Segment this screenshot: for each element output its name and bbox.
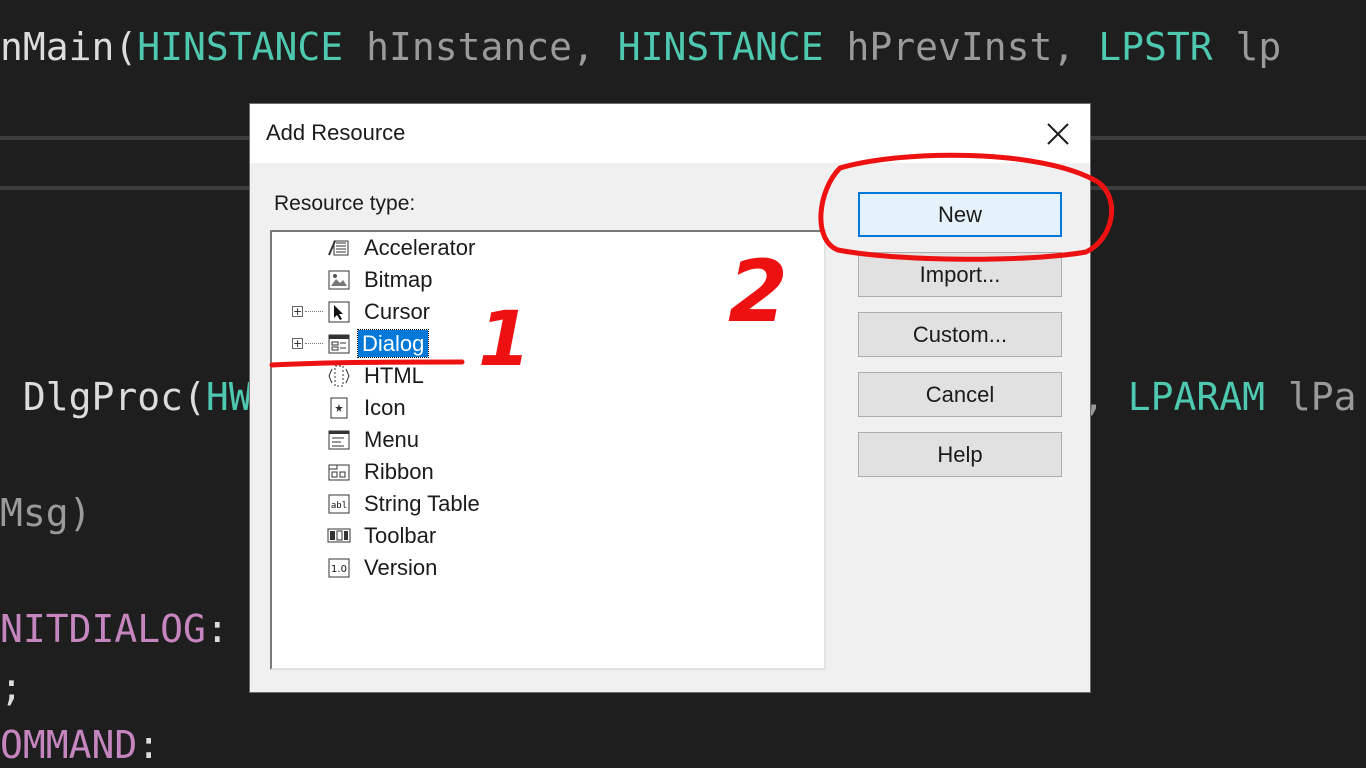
cursor-icon <box>326 299 352 325</box>
code-token: HINSTANCE <box>617 25 824 69</box>
tree-item-string-table[interactable]: abl String Table <box>272 489 792 519</box>
dialog-title: Add Resource <box>266 120 406 145</box>
code-line-initdialog: NITDIALOG: <box>0 606 229 652</box>
menu-icon <box>326 427 352 453</box>
code-token: lp <box>1212 25 1282 69</box>
code-token: HINSTANCE <box>137 25 344 69</box>
new-button[interactable]: New <box>858 192 1062 237</box>
icon-resource-icon <box>326 395 352 421</box>
expand-icon[interactable]: + <box>292 306 303 317</box>
code-token: nMain( <box>0 25 138 69</box>
tree-item-label: Ribbon <box>364 459 434 484</box>
cancel-button[interactable]: Cancel <box>858 372 1062 417</box>
string-table-icon: abl <box>326 491 352 517</box>
code-token: Msg) <box>0 491 92 535</box>
close-button[interactable] <box>1040 116 1076 152</box>
code-line-dlgproc: DlgProc(HW <box>0 374 252 420</box>
bitmap-icon <box>326 267 352 293</box>
help-button[interactable]: Help <box>858 432 1062 477</box>
expand-icon[interactable]: + <box>292 338 303 349</box>
import-button[interactable]: Import... <box>858 252 1062 297</box>
tree-item-label: Accelerator <box>364 235 476 260</box>
code-token: lPa <box>1265 375 1357 419</box>
code-line-dlgproc-end: , LPARAM lPa <box>1082 374 1357 420</box>
code-token: : <box>205 607 229 651</box>
custom-button[interactable]: Custom... <box>858 312 1062 357</box>
code-line-winmain: nMain(HINSTANCE hInstance, HINSTANCE hPr… <box>0 24 1281 70</box>
tree-item-cursor[interactable]: + Cursor <box>272 297 792 327</box>
code-token: hInstance, <box>343 25 618 69</box>
code-line-semicolon: ; <box>0 664 23 710</box>
code-token: NITDIALOG <box>0 607 206 651</box>
tree-item-bitmap[interactable]: Bitmap <box>272 265 792 295</box>
code-line-command: OMMAND: <box>0 722 160 768</box>
tree-connector <box>305 311 323 312</box>
close-icon <box>1047 123 1069 145</box>
tree-item-label: Dialog <box>356 329 430 358</box>
tree-item-label: Version <box>364 555 438 580</box>
tree-item-menu[interactable]: Menu <box>272 425 792 455</box>
code-token: : <box>137 723 161 767</box>
code-token: OMMAND <box>0 723 138 767</box>
tree-item-icon[interactable]: Icon <box>272 393 792 423</box>
tree-item-toolbar[interactable]: Toolbar <box>272 521 792 551</box>
resource-type-tree[interactable]: Accelerator Bitmap + Cursor + Dialog HTML Icon M… <box>270 230 826 670</box>
tree-item-html[interactable]: HTML <box>272 361 792 391</box>
add-resource-dialog: Add Resource Resource type: Accelerator B… <box>250 104 1090 692</box>
tree-item-label: String Table <box>364 491 480 516</box>
accelerator-icon <box>326 235 352 261</box>
code-line-msg: Msg) <box>0 490 92 536</box>
tree-item-label: Icon <box>364 395 406 420</box>
dialog-titlebar: Add Resource <box>250 104 1090 163</box>
code-token: DlgProc( <box>0 375 206 419</box>
resource-type-label: Resource type: <box>274 192 416 215</box>
tree-item-label: Toolbar <box>364 523 437 548</box>
tree-item-ribbon[interactable]: Ribbon <box>272 457 792 487</box>
svg-text:1.0: 1.0 <box>331 564 347 575</box>
toolbar-icon <box>326 523 352 549</box>
tree-item-label: Cursor <box>364 299 431 324</box>
tree-item-label: Bitmap <box>364 267 433 292</box>
ribbon-icon <box>326 459 352 485</box>
code-token: LPSTR <box>1098 25 1213 69</box>
code-token: HW <box>205 375 252 419</box>
tree-item-label: HTML <box>364 363 424 388</box>
dialog-icon <box>326 331 352 357</box>
html-icon <box>326 363 352 389</box>
svg-text:abl: abl <box>331 501 347 511</box>
code-token: LPARAM <box>1127 375 1266 419</box>
tree-item-dialog[interactable]: + Dialog <box>272 329 792 359</box>
code-token: ; <box>0 665 23 709</box>
version-icon: 1.0 <box>326 555 352 581</box>
tree-item-accelerator[interactable]: Accelerator <box>272 233 792 263</box>
code-token: hPrevInst, <box>823 25 1099 69</box>
tree-connector <box>305 343 323 344</box>
tree-item-label: Menu <box>364 427 420 452</box>
tree-item-version[interactable]: 1.0 Version <box>272 553 792 583</box>
